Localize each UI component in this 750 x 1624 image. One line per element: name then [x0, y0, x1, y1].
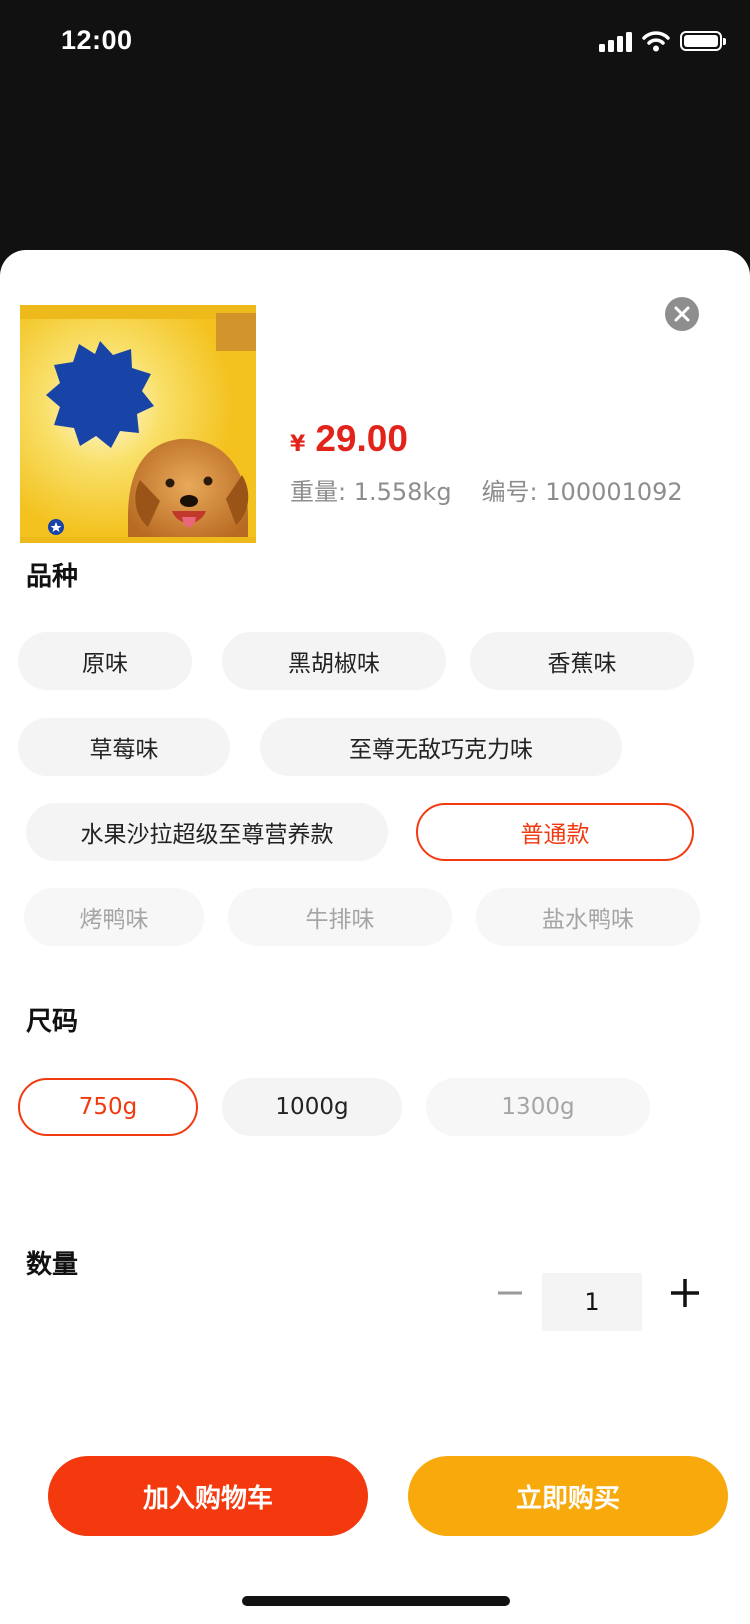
- variety-option-0[interactable]: 原味: [18, 632, 192, 690]
- variety-option-9[interactable]: 盐水鸭味: [476, 888, 700, 946]
- quantity-increase-button[interactable]: [660, 1264, 710, 1322]
- quantity-title: 数量: [26, 1250, 79, 1280]
- product-sku: 编号: 100001092: [481, 478, 683, 506]
- close-icon: [674, 306, 690, 322]
- variety-option-2[interactable]: 香蕉味: [470, 632, 694, 690]
- product-image: [20, 305, 256, 543]
- minus-icon: [498, 1291, 522, 1295]
- quantity-decrease-button[interactable]: [480, 1264, 540, 1322]
- price-currency: ¥: [290, 432, 306, 457]
- variety-option-1[interactable]: 黑胡椒味: [222, 632, 446, 690]
- variety-title: 品种: [26, 562, 79, 592]
- signal-icon: [599, 30, 632, 52]
- size-option-0[interactable]: 750g: [18, 1078, 198, 1136]
- quantity-value[interactable]: 1: [542, 1273, 642, 1331]
- close-button[interactable]: [665, 297, 699, 331]
- wifi-icon: [642, 31, 670, 52]
- status-icons: [599, 30, 726, 52]
- size-option-2[interactable]: 1300g: [426, 1078, 650, 1136]
- product-meta: 重量: 1.558kg 编号: 100001092: [290, 472, 683, 507]
- variety-option-6[interactable]: 普通款: [416, 803, 694, 861]
- variety-option-4[interactable]: 至尊无敌巧克力味: [260, 718, 622, 776]
- price-value: 29.00: [315, 418, 408, 459]
- product-weight: 重量: 1.558kg: [290, 478, 452, 506]
- status-time: 12:00: [61, 25, 133, 55]
- variety-option-8[interactable]: 牛排味: [228, 888, 452, 946]
- sku-selector-sheet: ¥ 29.00 重量: 1.558kg 编号: 100001092 品种 原味 …: [0, 250, 750, 1624]
- home-indicator: [242, 1596, 510, 1606]
- status-bar: 12:00: [0, 0, 750, 88]
- add-to-cart-button[interactable]: 加入购物车: [48, 1456, 368, 1536]
- variety-option-7[interactable]: 烤鸭味: [24, 888, 204, 946]
- plus-icon: [671, 1279, 699, 1307]
- size-title: 尺码: [26, 1007, 79, 1037]
- variety-option-5[interactable]: 水果沙拉超级至尊营养款: [26, 803, 388, 861]
- battery-icon: [680, 31, 726, 51]
- size-option-1[interactable]: 1000g: [222, 1078, 402, 1136]
- buy-now-button[interactable]: 立即购买: [408, 1456, 728, 1536]
- product-price: ¥ 29.00: [290, 418, 408, 460]
- variety-option-3[interactable]: 草莓味: [18, 718, 230, 776]
